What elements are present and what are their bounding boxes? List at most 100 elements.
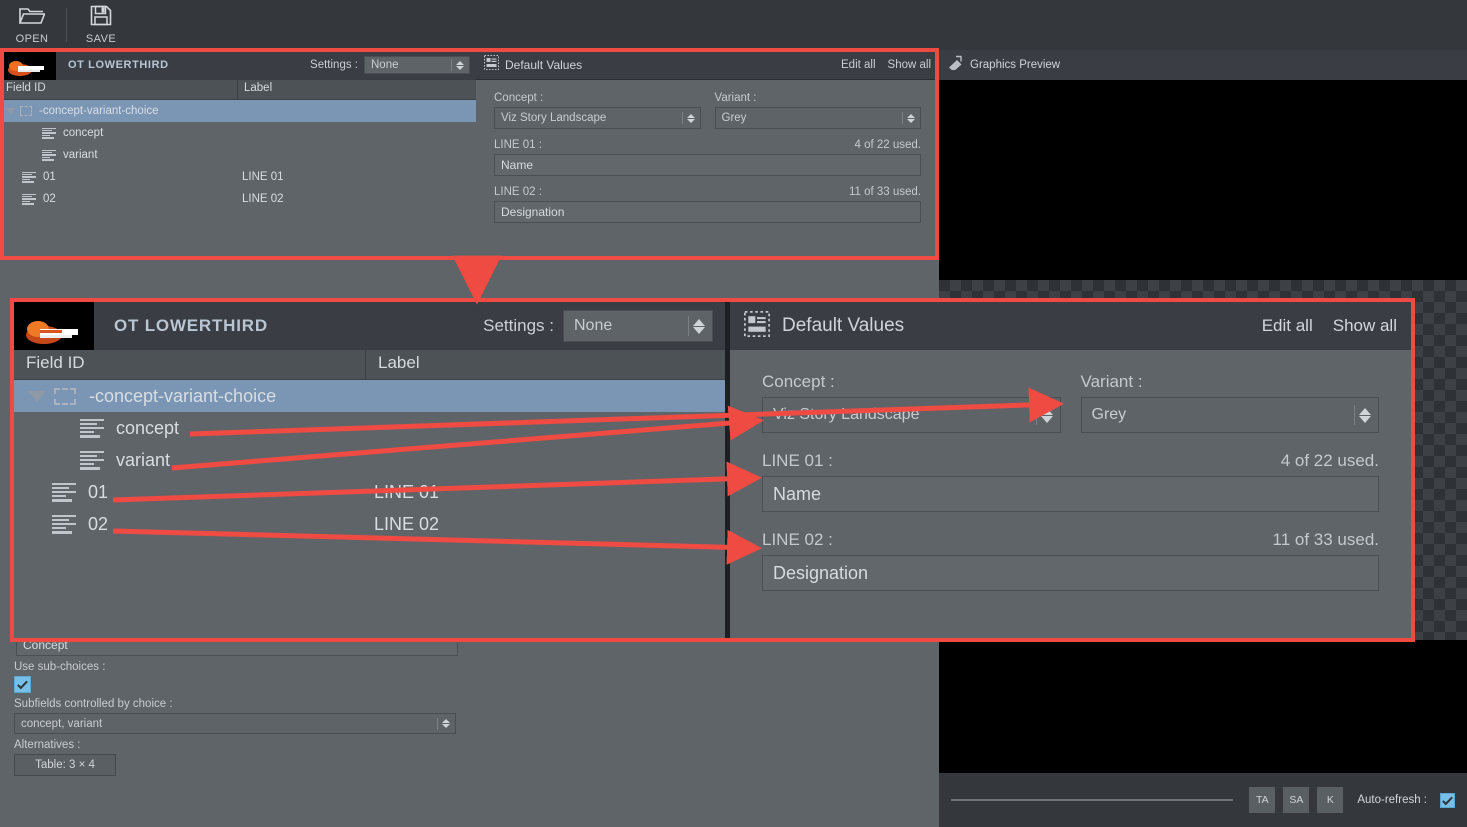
dashed-box-icon [54, 387, 76, 405]
callout-concept-value: Viz Story Landscape [773, 406, 920, 423]
save-button[interactable]: SAVE [69, 1, 133, 49]
callout-settings-dropdown[interactable]: None [563, 310, 713, 342]
combo-divider [1354, 405, 1355, 425]
callout-concept-dropdown[interactable]: Viz Story Landscape [762, 397, 1061, 433]
field-label-text: LINE 01 [374, 481, 440, 502]
combo-divider [688, 316, 689, 336]
line01-value: Name [501, 158, 534, 172]
table-row[interactable]: 01 LINE 01 [14, 476, 725, 508]
spinner-icon[interactable] [1040, 407, 1053, 423]
combo-divider [437, 717, 438, 730]
table-row[interactable]: variant [14, 444, 725, 476]
variant-label: Variant : [714, 92, 757, 104]
callout-tree-header: Field ID Label [14, 350, 725, 380]
callout-field-tree: -concept-variant-choice concept variant [14, 380, 725, 540]
field-id-text: 02 [43, 193, 56, 205]
column-header-field-id: Field ID [0, 80, 238, 99]
combo-divider [451, 59, 452, 71]
default-values-icon [484, 54, 499, 75]
open-button-label: OPEN [15, 32, 49, 45]
dashed-box-icon [20, 106, 32, 116]
callout-column-label: Label [378, 353, 420, 372]
k-button[interactable]: K [1317, 787, 1344, 813]
table-row[interactable]: variant [0, 144, 476, 166]
concept-dropdown[interactable]: Viz Story Landscape [494, 107, 701, 129]
combo-divider [902, 112, 903, 124]
alternatives-table-button[interactable]: Table: 3 × 4 [14, 754, 116, 776]
spinner-icon[interactable] [693, 318, 705, 334]
chevron-down-icon[interactable] [28, 390, 46, 402]
variant-dropdown[interactable]: Grey [714, 107, 921, 129]
spinner-icon[interactable] [686, 113, 695, 123]
spinner-icon[interactable] [1359, 407, 1371, 423]
field-label-text: LINE 01 [242, 171, 284, 183]
auto-refresh-checkbox[interactable] [1440, 792, 1455, 808]
callout-default-values-panel: Default Values Edit all Show all Concept… [730, 302, 1411, 638]
callout-line01-input[interactable]: Name [762, 476, 1379, 512]
combo-divider [681, 112, 683, 124]
show-all-link[interactable]: Show all [1333, 316, 1397, 336]
template-thumbnail [0, 50, 56, 80]
default-values-icon [744, 310, 770, 342]
use-subchoices-checkbox[interactable] [14, 676, 31, 693]
callout-line02-label-row: LINE 02 : 11 of 33 used. [762, 530, 1379, 555]
zoom-callout: OT LOWERTHIRD Settings : None Field ID L… [10, 298, 1415, 642]
concept-label: Concept : [494, 92, 544, 104]
line02-input[interactable]: Designation [494, 201, 921, 223]
spinner-icon[interactable] [907, 113, 915, 123]
callout-default-values-form: Concept : Viz Story Landscape Variant : … [730, 350, 1411, 591]
spinner-icon[interactable] [442, 719, 450, 728]
table-row[interactable]: 02 LINE 02 [0, 188, 476, 210]
preview-slider[interactable] [951, 799, 1234, 801]
spinner-icon[interactable] [456, 60, 464, 70]
table-row[interactable]: 01 LINE 01 [0, 166, 476, 188]
callout-settings-label: Settings : [483, 316, 554, 335]
callout-line01-label-row: LINE 01 : 4 of 22 used. [762, 451, 1379, 476]
show-all-link[interactable]: Show all [888, 59, 931, 71]
line01-usage: 4 of 22 used. [854, 139, 922, 151]
template-title: OT LOWERTHIRD [68, 59, 169, 71]
check-icon [1442, 796, 1453, 805]
line02-value: Designation [501, 205, 565, 219]
graphics-preview-title: Graphics Preview [970, 59, 1061, 71]
edit-all-link[interactable]: Edit all [1262, 316, 1313, 336]
use-subchoices-label: Use sub-choices : [14, 661, 106, 673]
settings-dropdown[interactable]: None [364, 56, 470, 74]
field-id-text: variant [116, 449, 171, 470]
combo-divider [1035, 405, 1037, 425]
sa-button[interactable]: SA [1283, 787, 1310, 813]
folder-open-icon [18, 6, 46, 31]
text-lines-icon [80, 418, 104, 438]
edit-all-link[interactable]: Edit all [841, 59, 876, 71]
field-id-text: 01 [88, 481, 109, 502]
field-properties: Concept Use sub-choices : Subfields cont… [0, 630, 476, 780]
preview-icon [947, 55, 963, 75]
line02-label-row: LINE 02 : 11 of 33 used. [494, 186, 921, 201]
floppy-disk-icon [90, 5, 112, 31]
settings-value: None [371, 59, 399, 71]
open-button[interactable]: OPEN [0, 1, 64, 49]
default-values-form: Concept : Viz Story Landscape Variant : … [476, 80, 939, 235]
chevron-down-icon[interactable] [6, 108, 16, 114]
callout-default-values-header: Default Values Edit all Show all [730, 302, 1411, 350]
table-row[interactable]: 02 LINE 02 [14, 508, 725, 540]
ta-button[interactable]: TA [1249, 787, 1276, 813]
table-row[interactable]: -concept-variant-choice [0, 100, 476, 122]
callout-line01-value: Name [773, 483, 822, 504]
table-row[interactable]: -concept-variant-choice [14, 380, 725, 412]
field-id-text: -concept-variant-choice [89, 385, 277, 406]
callout-variant-dropdown[interactable]: Grey [1080, 397, 1379, 433]
text-lines-icon [42, 127, 56, 139]
table-row[interactable]: concept [14, 412, 725, 444]
default-values-title: Default Values [505, 57, 583, 72]
default-values-header: Default Values Edit all Show all [476, 50, 939, 80]
callout-settings-value: None [574, 317, 613, 334]
main-toolbar: OPEN SAVE [0, 0, 1467, 50]
table-row[interactable]: concept [0, 122, 476, 144]
callout-line02-value: Designation [773, 562, 869, 583]
preview-controls: TA SA K Auto-refresh : [939, 773, 1467, 827]
callout-line02-input[interactable]: Designation [762, 555, 1379, 591]
subfields-dropdown[interactable]: concept, variant [14, 713, 456, 734]
line01-input[interactable]: Name [494, 154, 921, 176]
save-button-label: SAVE [85, 33, 117, 45]
